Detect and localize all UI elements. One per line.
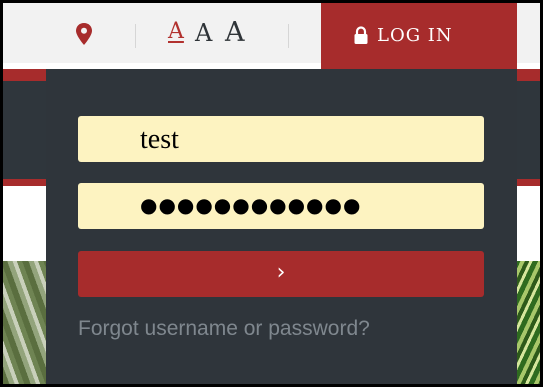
- font-size-large-button[interactable]: A: [225, 17, 245, 48]
- login-dropdown-panel: test ●●●●●●●●●●●● › Forgot username or p…: [46, 69, 517, 384]
- divider: [135, 24, 136, 48]
- font-size-small-button[interactable]: A: [168, 19, 184, 44]
- background-photo-right: [515, 261, 540, 384]
- chevron-right-icon: ›: [276, 260, 286, 285]
- background-photo-left: [3, 261, 51, 384]
- username-input[interactable]: test: [78, 116, 484, 162]
- map-pin-icon[interactable]: [75, 23, 93, 45]
- divider: [288, 24, 289, 48]
- screenshot-frame: A A A LOG IN test ●●●●●●●●●●●● › Forgot …: [0, 0, 543, 387]
- font-size-medium-button[interactable]: A: [195, 19, 212, 47]
- login-submit-button[interactable]: ›: [78, 251, 484, 297]
- login-tab[interactable]: LOG IN: [321, 3, 517, 69]
- login-tab-label: LOG IN: [377, 25, 453, 46]
- forgot-credentials-link[interactable]: Forgot username or password?: [78, 317, 498, 341]
- password-input[interactable]: ●●●●●●●●●●●●: [78, 183, 484, 229]
- lock-icon: [354, 26, 368, 44]
- password-value: ●●●●●●●●●●●●: [140, 193, 362, 217]
- username-value: test: [140, 124, 179, 155]
